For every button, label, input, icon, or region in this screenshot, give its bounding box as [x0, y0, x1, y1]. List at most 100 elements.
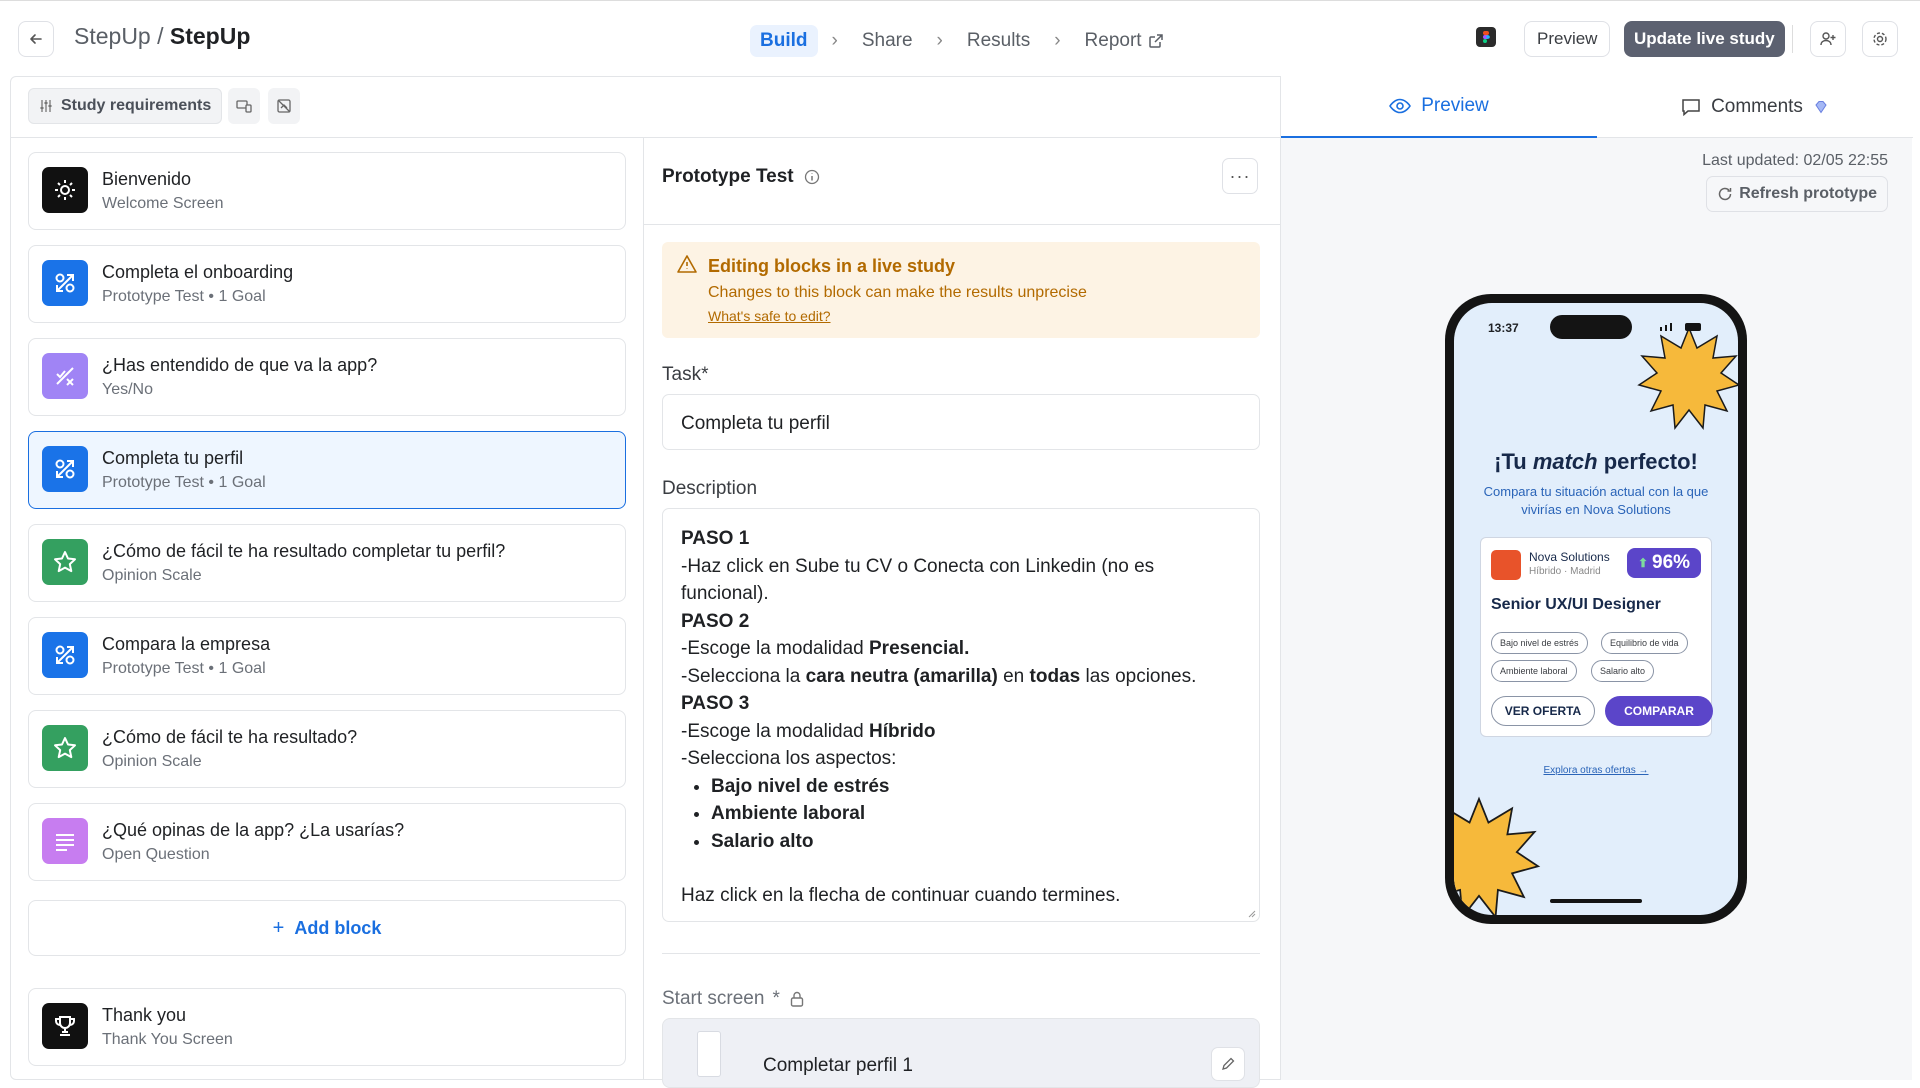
warning-text: Changes to this block can make the resul… — [708, 284, 1087, 301]
desc-bullet-list: Bajo nivel de estrés Ambiente laboral Sa… — [711, 773, 1241, 856]
whats-safe-link[interactable]: What's safe to edit? — [708, 308, 831, 324]
tab-comments[interactable]: Comments — [1597, 76, 1913, 138]
block-item-onboarding[interactable]: Completa el onboarding Prototype Test • … — [28, 245, 626, 323]
prototype-icon — [42, 446, 88, 492]
tag-chip: Salario alto — [1591, 660, 1655, 682]
block-title: Completa tu perfil — [102, 448, 244, 468]
desc-bullet: Salario alto — [711, 828, 1241, 856]
block-item-opinion-perfil[interactable]: ¿Cómo de fácil te ha resultado completar… — [28, 524, 626, 602]
star-icon — [42, 539, 88, 585]
preview-button[interactable]: Preview — [1524, 21, 1611, 57]
required-marker: * — [772, 988, 780, 1009]
chevron-right-icon: › — [936, 30, 943, 51]
divider — [644, 224, 1280, 225]
refresh-label: Refresh prototype — [1739, 185, 1877, 202]
desc-line: -Haz click en Sube tu CV o Conecta con L… — [681, 555, 1155, 605]
phone-time: 13:37 — [1488, 321, 1519, 335]
desc-bold: Presencial. — [869, 638, 970, 659]
arrow-left-icon — [30, 34, 42, 44]
breadcrumb-project[interactable]: StepUp / — [74, 23, 164, 49]
tab-preview-label: Preview — [1421, 95, 1489, 116]
trophy-icon — [42, 1003, 88, 1049]
block-type: Yes/No — [102, 381, 153, 398]
pencil-icon — [1222, 1057, 1235, 1070]
divider — [662, 953, 1260, 954]
invite-collaborator-button[interactable] — [1810, 21, 1846, 57]
phone-screen[interactable]: 13:37 ¡Tu match perfecto! Compara tu sit… — [1454, 303, 1738, 915]
explore-offers-link[interactable]: Explora otras ofertas → — [1454, 765, 1738, 776]
block-item-que-opinas[interactable]: ¿Qué opinas de la app? ¿La usarías? Open… — [28, 803, 626, 881]
description-content: PASO 1 -Haz click en Sube tu CV o Conect… — [663, 509, 1259, 926]
desc-text: -Escoge la modalidad — [681, 638, 869, 659]
description-textarea[interactable]: PASO 1 -Haz click en Sube tu CV o Conect… — [662, 508, 1260, 922]
match-percentage-badge: ⬆ 96% — [1627, 548, 1701, 578]
block-item-has-entendido[interactable]: ¿Has entendido de que va la app? Yes/No — [28, 338, 626, 416]
task-input[interactable]: Completa tu perfil — [662, 394, 1260, 450]
logic-settings-button[interactable] — [268, 88, 300, 124]
block-item-thank-you[interactable]: Thank you Thank You Screen — [28, 988, 626, 1066]
last-updated-text: Last updated: 02/05 22:55 — [1702, 152, 1888, 169]
step-build[interactable]: Build — [750, 25, 818, 57]
match-percentage: 96% — [1652, 552, 1691, 573]
desc-line: -Selecciona los aspectos: — [681, 748, 897, 769]
edit-start-screen-button[interactable] — [1211, 1047, 1245, 1081]
warning-triangle-icon — [677, 255, 697, 273]
tab-preview[interactable]: Preview — [1281, 76, 1597, 138]
starburst-decoration — [1637, 325, 1738, 430]
block-item-completa-perfil[interactable]: Completa tu perfil Prototype Test • 1 Go… — [28, 431, 626, 509]
step-results[interactable]: Results — [957, 25, 1040, 57]
block-title: Thank you — [102, 1005, 187, 1025]
arrow-up-icon: ⬆ — [1637, 556, 1649, 570]
update-live-study-button[interactable]: Update live study — [1624, 21, 1785, 57]
live-study-warning: Editing blocks in a live study Changes t… — [662, 242, 1260, 338]
block-item-opinion-facil[interactable]: ¿Cómo de fácil te ha resultado? Opinion … — [28, 710, 626, 788]
start-screen-card[interactable]: Completar perfil 1 — [662, 1018, 1260, 1088]
block-title: ¿Qué opinas de la app? ¿La usarías? — [102, 820, 405, 840]
tab-comments-label: Comments — [1711, 96, 1803, 117]
block-item-compara-empresa[interactable]: Compara la empresa Prototype Test • 1 Go… — [28, 617, 626, 695]
add-block-button[interactable]: + Add block — [28, 900, 626, 956]
step-share[interactable]: Share — [852, 25, 923, 57]
start-screen-name: Completar perfil 1 — [763, 1055, 913, 1076]
settings-button[interactable] — [1862, 21, 1898, 57]
block-type: Opinion Scale — [102, 567, 202, 584]
study-steps-nav: Build › Share › Results › Report — [750, 25, 1174, 57]
step-report[interactable]: Report — [1075, 25, 1174, 57]
preview-panel: Preview Comments Last updated: 02/05 22:… — [1280, 76, 1913, 1080]
headline-text: ¡Tu — [1494, 449, 1533, 474]
block-type: Thank You Screen — [102, 1031, 233, 1048]
step-report-label: Report — [1084, 30, 1142, 51]
phone-headline: ¡Tu match perfecto! — [1454, 449, 1738, 475]
back-button[interactable] — [18, 21, 54, 57]
desc-line: -Selecciona la cara neutra (amarilla) en… — [681, 663, 1241, 691]
desc-text: -Escoge la modalidad — [681, 720, 869, 742]
device-settings-button[interactable] — [228, 88, 260, 124]
compare-button[interactable]: COMPARAR — [1605, 696, 1713, 726]
devices-icon — [236, 100, 252, 113]
block-type: Opinion Scale — [102, 753, 202, 770]
study-requirements-button[interactable]: Study requirements — [28, 88, 223, 124]
resize-handle-icon[interactable] — [1246, 908, 1256, 918]
block-list: Bienvenido Welcome Screen Completa el on… — [10, 138, 644, 1080]
desc-bold: cara neutra (amarilla) — [805, 665, 998, 687]
editor-title-text: Prototype Test — [662, 166, 794, 187]
star-icon — [42, 725, 88, 771]
refresh-prototype-button[interactable]: Refresh prototype — [1706, 176, 1888, 212]
breadcrumb-study: StepUp — [169, 23, 251, 49]
task-label: Task* — [662, 364, 709, 385]
starburst-decoration — [1454, 796, 1541, 915]
gear-icon — [1873, 32, 1887, 46]
block-item-bienvenido[interactable]: Bienvenido Welcome Screen — [28, 152, 626, 230]
refresh-icon — [1718, 187, 1732, 201]
more-options-button[interactable]: ··· — [1222, 158, 1258, 194]
start-screen-label-row: Start screen * — [662, 988, 806, 1010]
screen-thumbnail — [697, 1031, 721, 1077]
block-type: Prototype Test • 1 Goal — [102, 660, 266, 677]
chevron-right-icon: › — [831, 30, 838, 51]
desc-bold: todas — [1029, 665, 1081, 687]
desc-bullet: Ambiente laboral — [711, 800, 1241, 828]
tag-chip: Equilibrio de vida — [1601, 632, 1688, 654]
info-icon[interactable] — [804, 169, 820, 185]
view-offer-button[interactable]: VER OFERTA — [1491, 696, 1595, 726]
block-editor: Prototype Test ··· Editing blocks in a l… — [644, 138, 1280, 1088]
